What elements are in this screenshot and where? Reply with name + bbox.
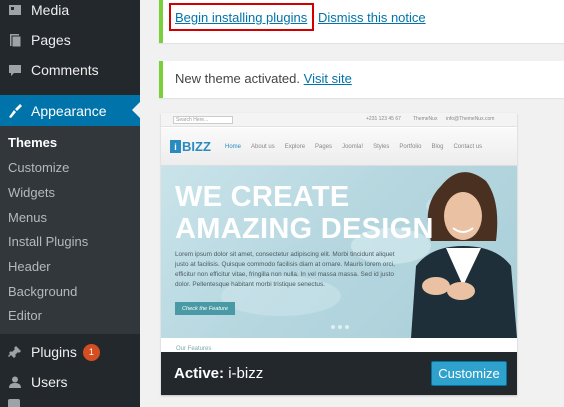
media-icon (7, 2, 23, 18)
preview-email: info@ThemeNux.com (446, 116, 495, 122)
tools-icon (8, 399, 20, 407)
dismiss-notice-link[interactable]: Dismiss this notice (318, 10, 426, 25)
users-icon (7, 374, 23, 390)
preview-nav-item: Portfolio (399, 144, 422, 150)
plugins-icon (7, 344, 23, 360)
preview-nav-item: Styles (373, 144, 390, 150)
hero-cta-button: Check the Feature (175, 302, 235, 315)
menu-media[interactable]: Media (0, 0, 140, 25)
menu-comments[interactable]: Comments (0, 55, 140, 85)
preview-navbar: i BIZZ Home About us Explore Pages Jooml… (161, 128, 517, 166)
active-theme-bar: Active: i-bizz Customize (161, 352, 517, 395)
preview-logo: i BIZZ (170, 139, 211, 154)
preview-nav-item: Blog (431, 144, 444, 150)
logo-text: BIZZ (182, 139, 211, 154)
preview-nav-item: Joomla! (342, 144, 364, 150)
visit-site-link[interactable]: Visit site (304, 71, 352, 86)
active-theme-name: i-bizz (228, 365, 264, 382)
theme-activated-message: New theme activated. Visit site (175, 71, 352, 86)
logo-mark: i (170, 140, 181, 153)
menu-plugins[interactable]: Plugins 1 (0, 337, 140, 367)
hero-headline-line2: AMAZING DESIGN (175, 213, 434, 245)
theme-activated-text: New theme activated. (175, 71, 301, 86)
menu-pages[interactable]: Pages (0, 25, 140, 55)
menu-pages-label: Pages (31, 32, 71, 48)
preview-nav-item: Pages (315, 144, 333, 150)
submenu-customize[interactable]: Customize (8, 160, 69, 175)
preview-nav: Home About us Explore Pages Joomla! Styl… (225, 144, 482, 150)
submenu-background[interactable]: Background (8, 284, 77, 299)
preview-topbar: Search Here... +231 123 45 67 ThemeNux i… (161, 113, 517, 127)
active-theme-label: Active: i-bizz (174, 365, 263, 382)
hero-body: Lorem ipsum dolor sit amet, consectetur … (175, 251, 395, 288)
tgmpa-notice: Begin installing plugins Dismiss this no… (159, 0, 564, 43)
menu-appearance-label: Appearance (31, 102, 107, 119)
current-arrow (132, 102, 140, 118)
menu-comments-label: Comments (31, 62, 99, 78)
submenu-header[interactable]: Header (8, 259, 51, 274)
submenu-editor[interactable]: Editor (8, 308, 42, 323)
preview-nav-item: Contact us (453, 144, 483, 150)
customize-button[interactable]: Customize (431, 361, 507, 386)
theme-screenshot[interactable]: Search Here... +231 123 45 67 ThemeNux i… (161, 113, 517, 352)
slider-dots (331, 325, 349, 329)
menu-media-label: Media (31, 2, 70, 18)
hero-headline: WE CREATE AMAZING DESIGN (175, 181, 434, 245)
preview-phone: +231 123 45 67 (366, 116, 401, 122)
active-theme-card[interactable]: Search Here... +231 123 45 67 ThemeNux i… (161, 113, 517, 395)
submenu-themes[interactable]: Themes (8, 135, 57, 150)
preview-nav-item: Home (225, 144, 242, 150)
submenu-install-plugins[interactable]: Install Plugins (8, 234, 88, 249)
preview-nav-item: About us (251, 144, 275, 150)
menu-plugins-label: Plugins (31, 344, 77, 360)
admin-sidebar: Media Pages Comments Appearance Themes C… (0, 0, 140, 407)
preview-search: Search Here... (173, 116, 233, 124)
begin-installing-plugins-link[interactable]: Begin installing plugins (175, 10, 307, 25)
appearance-submenu: Themes Customize Widgets Menus Install P… (0, 126, 140, 334)
preview-hero: WE CREATE AMAZING DESIGN Lorem ipsum dol… (161, 166, 517, 338)
preview-brand: ThemeNux (413, 116, 438, 122)
appearance-icon (7, 103, 23, 119)
submenu-menus[interactable]: Menus (8, 210, 47, 225)
menu-users[interactable]: Users (0, 367, 140, 397)
comments-icon (7, 62, 23, 78)
hero-headline-line1: WE CREATE (175, 181, 350, 213)
plugins-update-badge: 1 (82, 343, 100, 361)
pages-icon (7, 32, 23, 48)
preview-nav-item: Explore (284, 144, 306, 150)
menu-appearance[interactable]: Appearance (0, 95, 140, 126)
menu-users-label: Users (31, 374, 68, 390)
theme-activated-notice: New theme activated. Visit site (159, 61, 564, 98)
submenu-widgets[interactable]: Widgets (8, 185, 55, 200)
active-prefix: Active: (174, 365, 225, 382)
